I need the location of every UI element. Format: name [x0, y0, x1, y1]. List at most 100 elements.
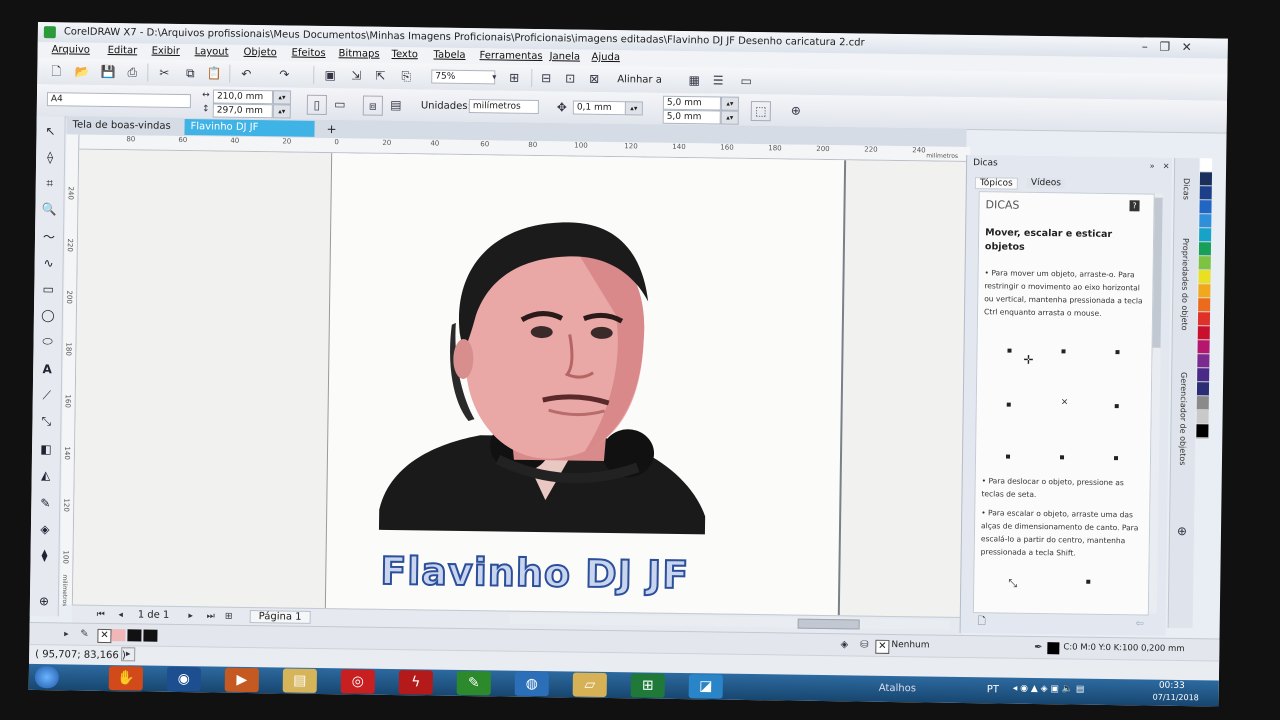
- menu-texto[interactable]: Texto: [392, 49, 418, 60]
- minimize-button[interactable]: –: [1136, 39, 1154, 54]
- palette-swatch[interactable]: [1200, 158, 1213, 173]
- freehand-tool-icon[interactable]: 〜: [40, 228, 58, 246]
- page-width-field[interactable]: 210,0 mm: [212, 89, 274, 105]
- add-docker-icon[interactable]: ⊕: [1173, 522, 1191, 540]
- save-icon[interactable]: 💾: [99, 63, 117, 81]
- palette-swatch[interactable]: [1199, 186, 1212, 201]
- new-document-icon[interactable]: 🗋: [47, 62, 65, 80]
- add-page-icon[interactable]: ⊞: [220, 608, 238, 626]
- portrait-icon[interactable]: ▯: [306, 94, 328, 116]
- palette-swatch[interactable]: [1199, 228, 1212, 243]
- side-tab-dicas[interactable]: Dicas: [1182, 178, 1191, 200]
- palette-swatch[interactable]: [1198, 256, 1211, 271]
- print-icon[interactable]: ⎙: [123, 63, 141, 81]
- align-dropdown[interactable]: Alinhar a: [617, 74, 662, 86]
- welcome-screen-icon[interactable]: ▭: [737, 72, 755, 90]
- ellipse-tool-icon[interactable]: ◯: [39, 306, 57, 324]
- polygon-tool-icon[interactable]: ⬭: [38, 332, 56, 350]
- paste-icon[interactable]: 📋: [205, 64, 223, 82]
- drawing-canvas[interactable]: Flavinho DJ JF: [72, 149, 970, 617]
- copy-icon[interactable]: ⧉: [181, 64, 199, 82]
- palette-swatch[interactable]: [1196, 410, 1209, 425]
- smart-fill-icon[interactable]: ⧫: [35, 546, 53, 564]
- taskbar-coreldraw-icon[interactable]: ◎: [340, 669, 375, 694]
- artistic-media-icon[interactable]: ∿: [40, 254, 58, 272]
- taskbar-explorer-icon[interactable]: ▤: [282, 668, 317, 693]
- width-spinner[interactable]: ▴▾: [272, 90, 292, 105]
- palette-swatch[interactable]: [1199, 200, 1212, 215]
- new-tab-button[interactable]: +: [320, 121, 340, 137]
- side-tab-object-manager[interactable]: Gerenciador de objetos: [1178, 372, 1188, 466]
- taskbar-vector-icon[interactable]: ✎: [456, 670, 491, 696]
- palette-swatch[interactable]: [1198, 298, 1211, 313]
- palette-swatch[interactable]: [1198, 242, 1212, 257]
- no-color-swatch[interactable]: ✕: [97, 628, 112, 644]
- tab-active-document[interactable]: Flavinho DJ JF Desenh...: [184, 119, 315, 149]
- duplicate-x-field[interactable]: 5,0 mm: [662, 95, 722, 111]
- page-height-field[interactable]: 297,0 mm: [212, 103, 273, 119]
- current-page-icon[interactable]: ▤: [387, 96, 405, 114]
- palette-swatch[interactable]: [1196, 424, 1209, 439]
- palette-swatch[interactable]: [1197, 312, 1211, 327]
- first-page-icon[interactable]: ⏮: [92, 606, 110, 624]
- palette-swatch[interactable]: [1196, 396, 1209, 411]
- swatch-black-2[interactable]: [143, 629, 158, 642]
- duplicate-y-field[interactable]: 5,0 mm: [662, 109, 721, 125]
- connector-tool-icon[interactable]: ⤡: [37, 412, 55, 430]
- shape-tool-icon[interactable]: ⟠: [41, 148, 59, 166]
- swatch-black[interactable]: [127, 629, 142, 642]
- pen-icon[interactable]: ✎: [75, 626, 93, 644]
- dup-y-spinner[interactable]: ▴▾: [720, 110, 739, 125]
- full-screen-icon[interactable]: ⊞: [505, 69, 523, 87]
- taskbar-tool-icon[interactable]: ◪: [688, 674, 723, 699]
- tab-welcome-screen[interactable]: Tela de boas-vindas: [66, 117, 189, 136]
- publish-pdf-icon[interactable]: ⎘: [397, 67, 415, 85]
- clock-date[interactable]: 07/11/2018: [1153, 693, 1199, 703]
- crop-tool-icon[interactable]: ⌗: [41, 174, 59, 192]
- all-pages-icon[interactable]: ⧈: [362, 95, 384, 116]
- menu-tabela[interactable]: Tabela: [434, 50, 466, 61]
- taskbar-flash-icon[interactable]: ϟ: [398, 670, 433, 695]
- eyedropper-icon[interactable]: ✎: [36, 494, 54, 512]
- last-page-icon[interactable]: ⏭: [202, 607, 220, 625]
- restore-button[interactable]: ❐: [1156, 40, 1174, 55]
- docker-close-icon[interactable]: ✕: [1157, 158, 1175, 176]
- cut-icon[interactable]: ✂: [155, 64, 173, 82]
- palette-swatch[interactable]: [1197, 340, 1210, 355]
- pick-tool-icon[interactable]: ↖: [41, 122, 59, 140]
- dup-x-spinner[interactable]: ▴▾: [720, 96, 740, 111]
- palette-swatch[interactable]: [1196, 382, 1210, 397]
- units-select[interactable]: milímetros: [468, 99, 539, 115]
- scroll-thumb[interactable]: [797, 618, 860, 630]
- show-guidelines-icon[interactable]: ⊠: [585, 70, 603, 88]
- docker-scroll-thumb[interactable]: [1152, 197, 1163, 348]
- side-tab-object-properties[interactable]: Propriedades do objeto: [1180, 238, 1190, 331]
- palette-swatch[interactable]: [1199, 172, 1213, 187]
- add-tool-icon[interactable]: ⊕: [35, 592, 53, 610]
- help-icon[interactable]: ?: [1129, 200, 1140, 212]
- search-content-icon[interactable]: ▣: [321, 66, 339, 84]
- taskbar-chrome-icon[interactable]: ◍: [514, 671, 549, 697]
- zoom-dropdown-icon[interactable]: ▾: [485, 68, 503, 86]
- menu-arquivo[interactable]: Arquivo: [52, 44, 90, 56]
- taskbar-shortcuts-label[interactable]: Atalhos: [879, 683, 916, 695]
- text-tool-icon[interactable]: A: [38, 360, 56, 378]
- tray-icons[interactable]: ◂ ◉ ▲ ◈ ▣ 🔈 ▤: [1013, 684, 1153, 698]
- import-icon[interactable]: ⇲: [347, 66, 365, 84]
- options-icon[interactable]: ☰: [709, 71, 727, 89]
- menu-ferramentas[interactable]: Ferramentas: [479, 50, 542, 62]
- zoom-tool-icon[interactable]: 🔍: [40, 200, 58, 218]
- artwork-logo-text[interactable]: Flavinho DJ JF: [379, 548, 711, 604]
- close-button[interactable]: ✕: [1178, 40, 1196, 55]
- swatch-pink[interactable]: [111, 629, 126, 642]
- menu-efeitos[interactable]: Efeitos: [292, 48, 326, 59]
- next-page-icon[interactable]: ▸: [182, 607, 200, 625]
- landscape-icon[interactable]: ▭: [331, 95, 349, 113]
- caricature-artwork[interactable]: [369, 212, 713, 537]
- palette-swatch[interactable]: [1199, 214, 1212, 229]
- application-launcher-icon[interactable]: ▦: [685, 71, 703, 89]
- menu-exibir[interactable]: Exibir: [152, 46, 180, 57]
- prev-page-icon[interactable]: ◂: [112, 606, 130, 624]
- language-indicator[interactable]: PT: [987, 684, 999, 695]
- height-spinner[interactable]: ▴▾: [272, 104, 291, 119]
